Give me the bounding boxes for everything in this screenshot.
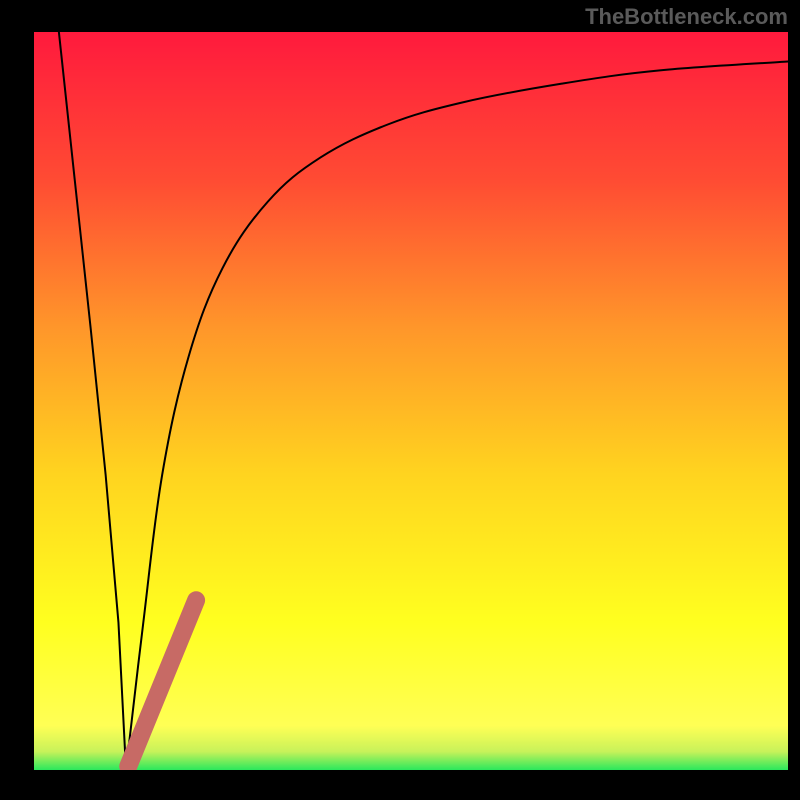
bottleneck-chart <box>0 0 800 800</box>
chart-frame: TheBottleneck.com <box>0 0 800 800</box>
plot-background <box>34 32 788 770</box>
